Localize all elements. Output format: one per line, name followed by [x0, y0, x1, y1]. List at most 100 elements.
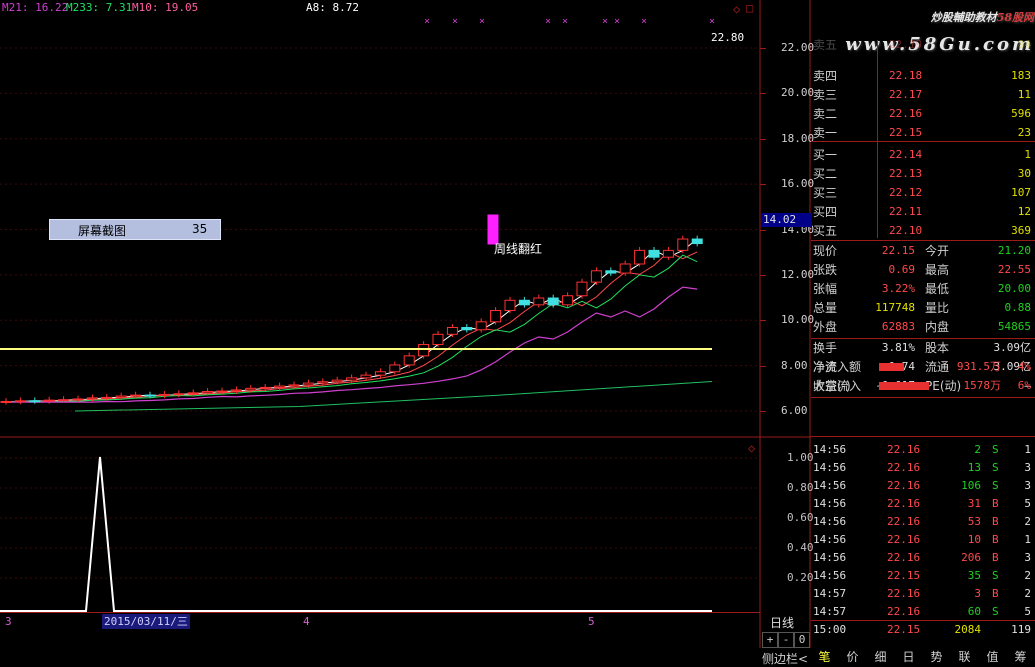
quote-row: 外盘 62883 内盘 54865 [811, 318, 1035, 336]
panel-tab[interactable]: 筹 [1007, 648, 1034, 666]
candle-body [590, 270, 602, 283]
tick-side: B [992, 533, 999, 546]
asks-label: 卖五 [813, 38, 838, 52]
asks-row: 卖一 22.15 23 [811, 124, 1035, 142]
bids-price: 22.11 [889, 205, 923, 218]
price-tick-label: 10.00 [781, 313, 815, 327]
bids-row: 买二 22.13 30 [811, 165, 1035, 183]
tick-side: S [992, 461, 999, 474]
flow-percent: 6% [1017, 379, 1031, 392]
ma10-value: M10: 19.05 [132, 1, 199, 14]
bids-volume: 107 [1011, 186, 1031, 199]
price-tick-label: 22.00 [781, 41, 815, 54]
square-icon[interactable]: □ [746, 1, 753, 15]
price-tick [760, 274, 766, 276]
tick-volume: 31 [967, 497, 981, 510]
quote-value: 3.22% [881, 282, 915, 295]
bids-price: 22.13 [889, 167, 923, 180]
candle-body [331, 379, 343, 383]
candle-body [173, 393, 185, 396]
quote-row: 张幅 3.22% 最低 20.00 [811, 280, 1035, 298]
quote-label: 最高 [925, 263, 950, 277]
zoom-reset-button[interactable]: 0 [794, 632, 810, 648]
diamond-icon[interactable]: ◇ [733, 2, 740, 16]
bids-row: 买一 22.14 1 [811, 146, 1035, 164]
date-tick-march: 3 [5, 615, 12, 628]
zoom-out-button[interactable]: - [778, 632, 794, 648]
asks-price: 22.17 [889, 88, 923, 101]
bids-price: 22.10 [889, 224, 923, 237]
candle-body [302, 382, 314, 386]
quote-label: 张幅 [813, 282, 838, 296]
fundamental-label: 换手 [813, 341, 838, 355]
tick-count: 3 [1024, 551, 1031, 564]
kline-chart[interactable]: × × × × × × × × × [0, 0, 811, 648]
sub-tick-label: 0.60 [787, 511, 814, 524]
candle-body [504, 299, 516, 311]
flow-bar [879, 363, 904, 371]
sidebar-toggle[interactable]: 侧边栏< [762, 650, 808, 667]
candle-body [605, 270, 617, 274]
tick-price: 22.16 [887, 443, 921, 456]
tick-count: 2 [1024, 515, 1031, 528]
tick-time: 15:00 [813, 623, 847, 636]
tick-side: B [992, 497, 999, 510]
fundamental-row: 换手 3.81% 股本 3.09亿 [811, 339, 1035, 357]
tick-count: 3 [1024, 461, 1031, 474]
panel-tab[interactable]: 联 [951, 648, 978, 666]
candle-body [360, 374, 372, 379]
sub-diamond-icon[interactable]: ◇ [748, 441, 755, 455]
candle-body [562, 295, 574, 306]
bids-volume: 12 [1017, 205, 1031, 218]
date-tick-april: 4 [303, 615, 310, 628]
bids-row: 买三 22.12 107 [811, 184, 1035, 202]
panel-tab[interactable]: 势 [923, 648, 950, 666]
tick-count: 1 [1024, 533, 1031, 546]
price-tick-label: 12.00 [781, 267, 815, 281]
tick-time: 14:56 [813, 443, 847, 456]
quote-label: 最低 [925, 282, 950, 296]
tick-time: 14:56 [813, 533, 847, 546]
tick-time: 14:57 [813, 605, 847, 618]
asks-price: 22.16 [889, 107, 923, 120]
candle-body [202, 390, 214, 394]
tick-time: 14:56 [813, 569, 847, 582]
panel-tab[interactable]: 值 [979, 648, 1006, 666]
ma21-value: M21: 16.22 [2, 1, 69, 14]
tick-count: 3 [1024, 479, 1031, 492]
tick-row: 14:56 22.16 106 S 3 [811, 477, 1035, 495]
panel-vdivider [877, 40, 878, 238]
tick-side: S [992, 479, 999, 492]
quote-value: 54865 [997, 320, 1031, 333]
tick-time: 14:57 [813, 587, 847, 600]
tick-row: 15:00 22.15 2084 119 [811, 621, 1035, 639]
candle-body [72, 398, 84, 401]
price-tick-label: 16.00 [781, 177, 815, 191]
candle-body [288, 384, 300, 387]
candle-body [101, 396, 113, 399]
zoom-in-button[interactable]: + [762, 632, 778, 648]
date-tick-may: 5 [588, 615, 595, 628]
signal-marker: × [709, 16, 715, 27]
candle-body [14, 400, 26, 403]
panel-tab[interactable]: 价 [839, 648, 866, 666]
quote-value: 0.88 [1004, 301, 1032, 314]
tick-row: 14:56 22.16 31 B 5 [811, 495, 1035, 513]
period-label[interactable]: 日线 [770, 614, 794, 631]
screenshot-tooltip[interactable]: 屏幕截图 35 [49, 219, 221, 240]
price-tick-label: 20.00 [781, 86, 815, 100]
current-price-flag: 14.02 [761, 213, 812, 227]
asks-row: 卖四 22.18 183 [811, 67, 1035, 85]
price-tick [760, 93, 766, 95]
tick-price: 22.15 [887, 623, 921, 636]
panel-tab[interactable]: 日 [895, 648, 922, 666]
panel-tab[interactable]: 笔 [811, 648, 838, 666]
panel-tab[interactable]: 细 [867, 648, 894, 666]
quote-label: 总量 [813, 301, 838, 315]
asks-label: 卖四 [813, 69, 838, 83]
asks-volume: 183 [1011, 69, 1031, 82]
tick-side: B [992, 551, 999, 564]
price-tick [760, 48, 766, 49]
price-tick [760, 365, 766, 367]
panel-tabs: 笔价细日势联值筹 [811, 648, 1035, 666]
